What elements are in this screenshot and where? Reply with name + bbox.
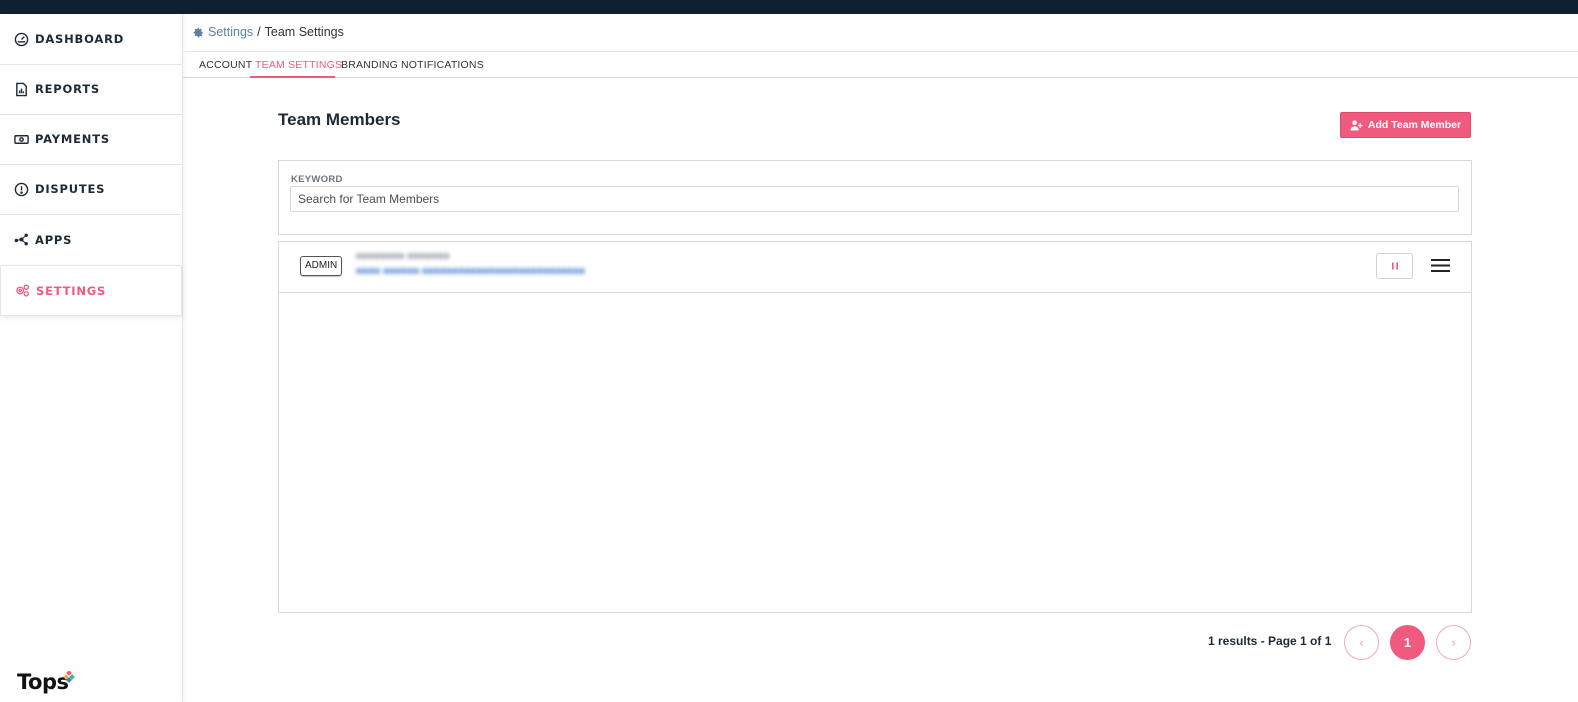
sidebar-item-label: SETTINGS (36, 283, 107, 298)
prev-page-button[interactable]: ‹ (1344, 625, 1379, 660)
hamburger-menu-icon[interactable] (1430, 257, 1451, 274)
pagination-summary: 1 results - Page 1 of 1 (1208, 634, 1332, 648)
breadcrumb-separator: / (257, 25, 261, 39)
cash-icon (13, 131, 29, 147)
sidebar-item-payments[interactable]: PAYMENTS (0, 114, 182, 164)
keyword-label: KEYWORD (291, 174, 343, 185)
sidebar-item-label: PAYMENTS (35, 132, 110, 146)
sidebar-item-dashboard[interactable]: DASHBOARD (0, 14, 182, 64)
sidebar: DASHBOARD REPORTS PAYMENTS DISPUTES APPS… (0, 14, 183, 702)
member-name: ■■■■■■■■ ■■■■■■■ (356, 251, 450, 262)
page-title: Team Members (278, 110, 401, 129)
filter-panel: KEYWORD (278, 160, 1472, 235)
gears-icon (14, 283, 30, 299)
add-user-icon (1350, 119, 1363, 131)
search-input[interactable] (290, 186, 1459, 212)
page-1-button[interactable]: 1 (1390, 625, 1425, 660)
add-team-member-button[interactable]: Add Team Member (1340, 112, 1471, 138)
role-badge: ADMIN (300, 256, 343, 276)
main-content: Settings / Team Settings ACCOUNT TEAM SE… (183, 14, 1578, 702)
sidebar-item-apps[interactable]: APPS (0, 214, 182, 265)
tab-account[interactable]: ACCOUNT (199, 59, 252, 71)
sidebar-item-label: DISPUTES (35, 182, 106, 196)
active-tab-indicator (250, 76, 335, 78)
pause-member-button[interactable] (1376, 253, 1413, 279)
sidebar-item-label: DASHBOARD (35, 32, 125, 46)
list-item[interactable]: ADMIN ■■■■■■■■ ■■■■■■■ ■■■■ ■■■■■■ ■■■■■… (279, 242, 1471, 293)
sidebar-item-label: APPS (35, 232, 73, 247)
tab-branding[interactable]: BRANDING (341, 59, 398, 71)
sidebar-item-reports[interactable]: REPORTS (0, 64, 182, 114)
alert-circle-icon (13, 181, 29, 197)
sidebar-item-settings[interactable]: SETTINGS (0, 265, 182, 316)
gear-icon (193, 27, 203, 37)
logo-mark-icon (63, 671, 75, 683)
tab-notifications[interactable]: NOTIFICATIONS (401, 59, 484, 71)
report-file-icon (13, 81, 29, 97)
add-team-member-label: Add Team Member (1367, 119, 1462, 131)
breadcrumb: Settings / Team Settings (193, 25, 344, 39)
breadcrumb-settings-link[interactable]: Settings (208, 25, 253, 39)
next-page-button[interactable]: › (1436, 625, 1471, 660)
top-bar (0, 0, 1578, 14)
network-nodes-icon (13, 232, 29, 248)
tab-team-settings[interactable]: TEAM SETTINGS (255, 59, 342, 71)
pause-icon (1391, 262, 1398, 270)
breadcrumb-current: Team Settings (264, 25, 344, 39)
gauge-icon (13, 31, 29, 47)
sidebar-item-label: REPORTS (35, 82, 100, 96)
logo: Tops (17, 670, 69, 694)
tab-bar: ACCOUNT TEAM SETTINGS BRANDING NOTIFICAT… (183, 51, 1578, 78)
member-email[interactable]: ■■■■ ■■■■■■ ■■■■■■■■■■■■■■■■■■■■■■■■■■■ (356, 266, 585, 277)
sidebar-item-disputes[interactable]: DISPUTES (0, 164, 182, 214)
team-member-list: ADMIN ■■■■■■■■ ■■■■■■■ ■■■■ ■■■■■■ ■■■■■… (278, 241, 1472, 613)
